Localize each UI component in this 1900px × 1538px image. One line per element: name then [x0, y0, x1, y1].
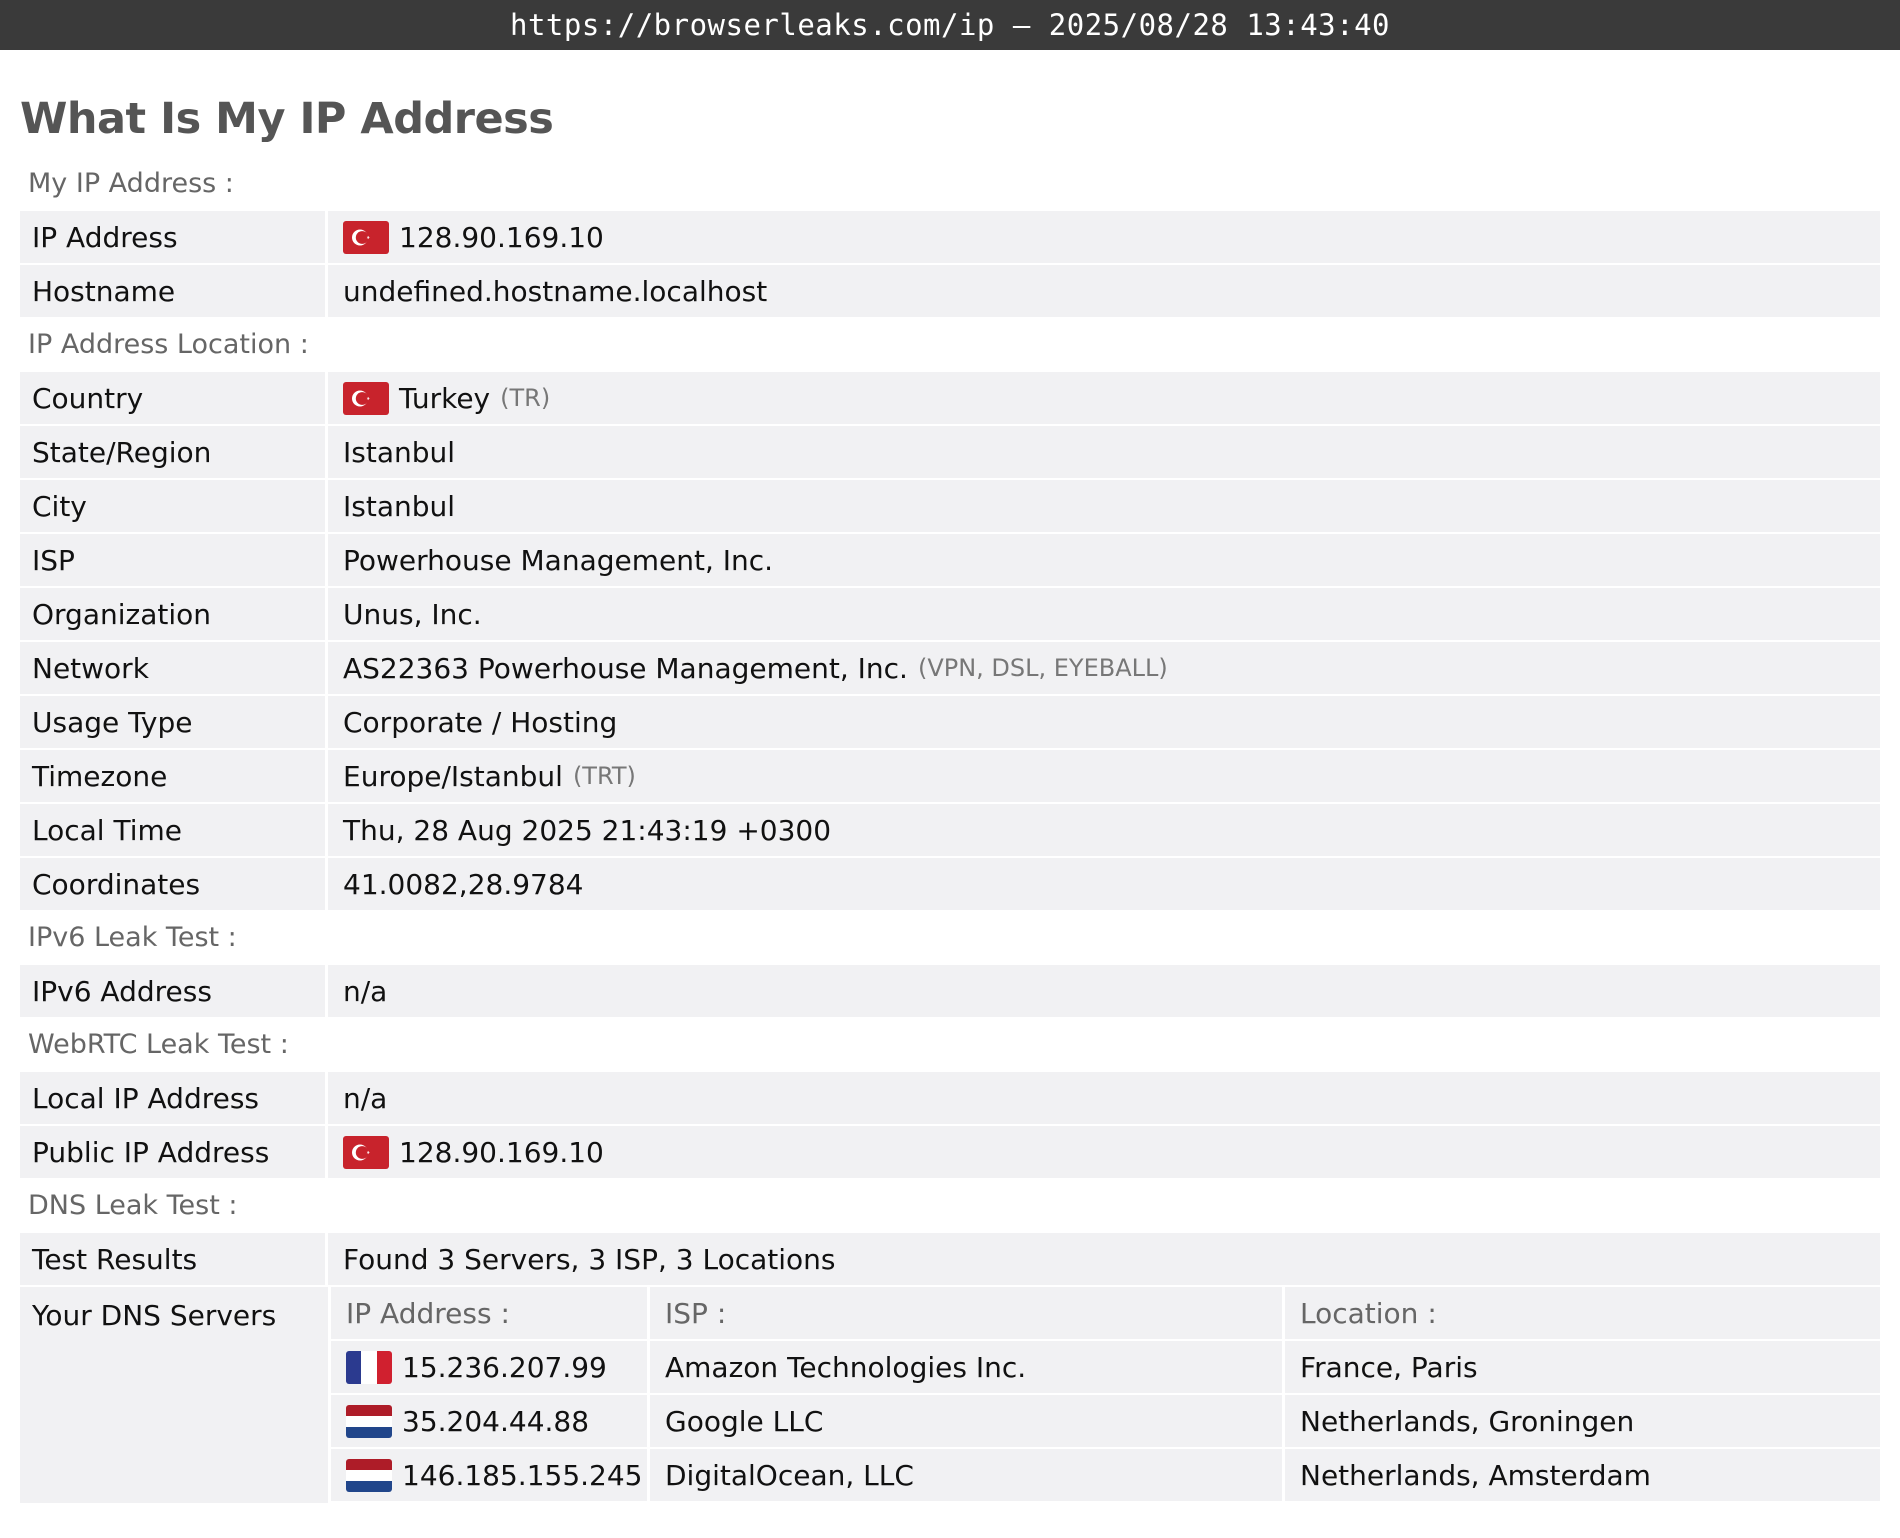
turkey-flag-icon	[343, 381, 389, 415]
row-label: Hostname	[20, 265, 325, 317]
section-title-location: IP Address Location :	[28, 329, 309, 360]
row-value: Turkey (TR)	[328, 372, 1880, 424]
country-value: Turkey	[399, 381, 491, 415]
netherlands-flag-icon	[346, 1458, 392, 1492]
dns-ip-cell: 146.185.155.245	[331, 1449, 647, 1501]
section-title-my-ip: My IP Address :	[28, 168, 234, 199]
row-test-results: Test Results Found 3 Servers, 3 ISP, 3 L…	[20, 1233, 1880, 1285]
row-ip-address: IP Address 128.90.169.10	[20, 211, 1880, 263]
row-country: Country Turkey (TR)	[20, 372, 1880, 424]
public-ip-value: 128.90.169.10	[399, 1135, 604, 1169]
dns-table-header: IP Address : ISP : Location :	[331, 1287, 1880, 1339]
organization-value: Unus, Inc.	[328, 588, 1880, 640]
row-label: ISP	[20, 534, 325, 586]
row-label: Public IP Address	[20, 1126, 325, 1178]
row-label: Local IP Address	[20, 1072, 325, 1124]
row-label: IPv6 Address	[20, 965, 325, 1017]
row-label: Country	[20, 372, 325, 424]
coordinates-value: 41.0082,28.9784	[328, 858, 1880, 910]
turkey-flag-icon	[343, 220, 389, 254]
row-local-ip: Local IP Address n/a	[20, 1072, 1880, 1124]
ip-address-value: 128.90.169.10	[399, 220, 604, 254]
usage-type-value: Corporate / Hosting	[328, 696, 1880, 748]
row-city: City Istanbul	[20, 480, 1880, 532]
row-label: Coordinates	[20, 858, 325, 910]
dns-servers-label: Your DNS Servers	[20, 1287, 328, 1503]
row-public-ip: Public IP Address 128.90.169.10	[20, 1126, 1880, 1178]
row-usage-type: Usage Type Corporate / Hosting	[20, 696, 1880, 748]
timezone-value: Europe/Istanbul	[343, 759, 563, 793]
france-flag-icon	[346, 1350, 392, 1384]
isp-value: Powerhouse Management, Inc.	[328, 534, 1880, 586]
url-timestamp-text: https://browserleaks.com/ip – 2025/08/28…	[509, 8, 1390, 42]
row-value: 128.90.169.10	[328, 211, 1880, 263]
row-label: State/Region	[20, 426, 325, 478]
row-hostname: Hostname undefined.hostname.localhost	[20, 265, 1880, 317]
row-coordinates: Coordinates 41.0082,28.9784	[20, 858, 1880, 910]
table-row: 146.185.155.245 DigitalOcean, LLC Nether…	[331, 1449, 1880, 1501]
row-value: Europe/Istanbul (TRT)	[328, 750, 1880, 802]
column-header-ip: IP Address :	[331, 1287, 647, 1339]
dns-location-cell: France, Paris	[1285, 1341, 1880, 1393]
timezone-abbr: (TRT)	[572, 762, 636, 790]
dns-location-cell: Netherlands, Groningen	[1285, 1395, 1880, 1447]
region-value: Istanbul	[328, 426, 1880, 478]
row-network: Network AS22363 Powerhouse Management, I…	[20, 642, 1880, 694]
row-label: Test Results	[20, 1233, 325, 1285]
main-content: What Is My IP Address My IP Address : IP…	[0, 94, 1900, 1503]
row-organization: Organization Unus, Inc.	[20, 588, 1880, 640]
row-local-time: Local Time Thu, 28 Aug 2025 21:43:19 +03…	[20, 804, 1880, 856]
dns-servers-table: IP Address : ISP : Location : 15.236.207…	[331, 1287, 1880, 1503]
column-header-location: Location :	[1285, 1287, 1880, 1339]
dns-ip-value: 146.185.155.245	[402, 1458, 643, 1492]
section-title-ipv6: IPv6 Leak Test :	[28, 922, 237, 953]
row-label: City	[20, 480, 325, 532]
network-value: AS22363 Powerhouse Management, Inc.	[343, 651, 908, 685]
ipv6-address-value: n/a	[328, 965, 1880, 1017]
row-timezone: Timezone Europe/Istanbul (TRT)	[20, 750, 1880, 802]
row-label: Network	[20, 642, 325, 694]
row-label: IP Address	[20, 211, 325, 263]
row-region: State/Region Istanbul	[20, 426, 1880, 478]
netherlands-flag-icon	[346, 1404, 392, 1438]
section-title-dns: DNS Leak Test :	[28, 1190, 238, 1221]
row-value: AS22363 Powerhouse Management, Inc. (VPN…	[328, 642, 1880, 694]
dns-ip-cell: 15.236.207.99	[331, 1341, 647, 1393]
dns-servers-block: Your DNS Servers IP Address : ISP : Loca…	[20, 1287, 1880, 1503]
row-label: Organization	[20, 588, 325, 640]
dns-isp-cell: DigitalOcean, LLC	[650, 1449, 1282, 1501]
row-value: 128.90.169.10	[328, 1126, 1880, 1178]
turkey-flag-icon	[343, 1135, 389, 1169]
row-label: Local Time	[20, 804, 325, 856]
row-ipv6-address: IPv6 Address n/a	[20, 965, 1880, 1017]
table-row: 35.204.44.88 Google LLC Netherlands, Gro…	[331, 1395, 1880, 1447]
country-code: (TR)	[500, 384, 551, 412]
dns-isp-cell: Google LLC	[650, 1395, 1282, 1447]
dns-ip-value: 15.236.207.99	[402, 1350, 607, 1384]
local-ip-value: n/a	[328, 1072, 1880, 1124]
city-value: Istanbul	[328, 480, 1880, 532]
local-time-value: Thu, 28 Aug 2025 21:43:19 +0300	[328, 804, 1880, 856]
hostname-value: undefined.hostname.localhost	[328, 265, 1880, 317]
row-isp: ISP Powerhouse Management, Inc.	[20, 534, 1880, 586]
network-tags: (VPN, DSL, EYEBALL)	[917, 654, 1168, 682]
dns-location-cell: Netherlands, Amsterdam	[1285, 1449, 1880, 1501]
browser-url-bar: https://browserleaks.com/ip – 2025/08/28…	[0, 0, 1900, 50]
section-title-webrtc: WebRTC Leak Test :	[28, 1029, 289, 1060]
dns-ip-value: 35.204.44.88	[402, 1404, 590, 1438]
table-row: 15.236.207.99 Amazon Technologies Inc. F…	[331, 1341, 1880, 1393]
page-title: What Is My IP Address	[20, 94, 554, 144]
dns-isp-cell: Amazon Technologies Inc.	[650, 1341, 1282, 1393]
test-results-value: Found 3 Servers, 3 ISP, 3 Locations	[328, 1233, 1880, 1285]
column-header-isp: ISP :	[650, 1287, 1282, 1339]
row-label: Usage Type	[20, 696, 325, 748]
row-label: Timezone	[20, 750, 325, 802]
dns-ip-cell: 35.204.44.88	[331, 1395, 647, 1447]
